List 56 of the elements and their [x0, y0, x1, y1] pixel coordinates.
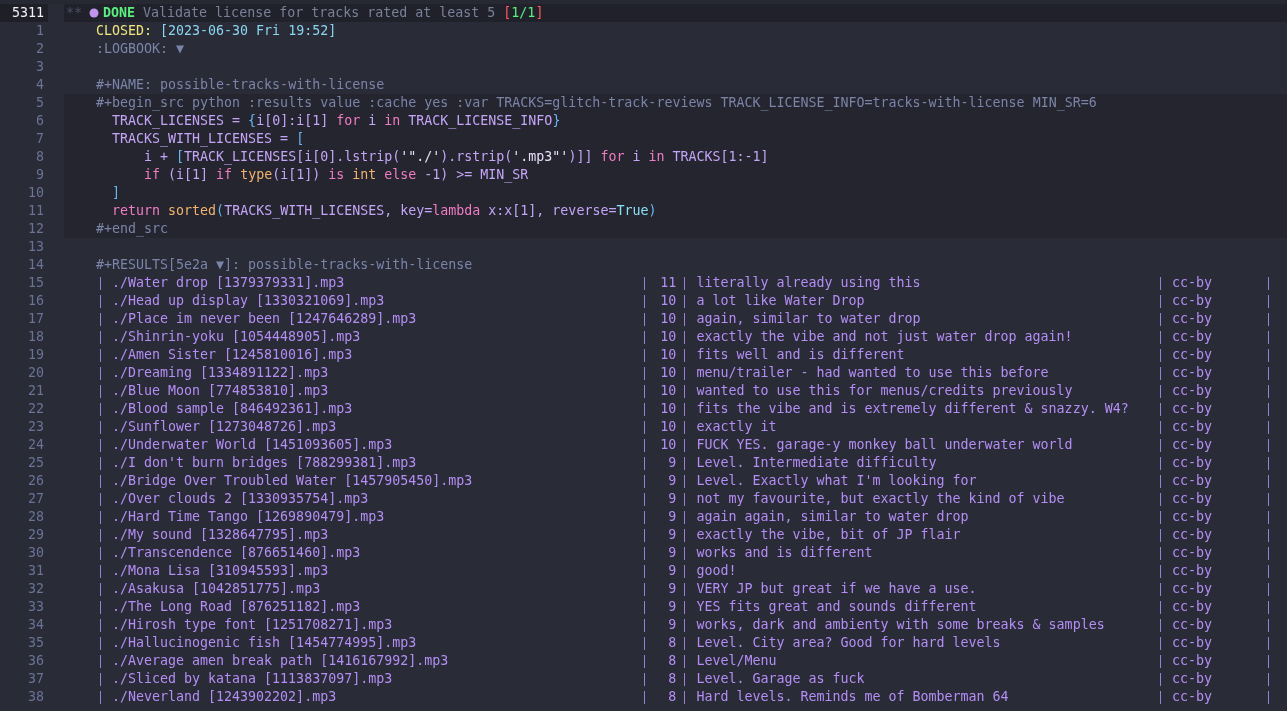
line-number: 25 [27, 454, 45, 472]
line-number: 37 [27, 670, 45, 688]
code-line: #+end_src [96, 220, 169, 238]
code-line: if (i[1] if type(i[1]) is int else -1) >= MIN_SR [143, 166, 529, 184]
todo-keyword: DONE [103, 4, 136, 22]
line-number: 33 [27, 598, 45, 616]
line-number: 29 [27, 526, 45, 544]
line-number: 32 [27, 580, 45, 598]
line-number: 12 [27, 220, 45, 238]
line-number: 38 [27, 688, 45, 706]
line-number: 20 [27, 364, 45, 382]
line-number: 36 [27, 652, 45, 670]
heading-stars: ** [66, 4, 82, 22]
line-number: 7 [35, 130, 45, 148]
progress-cookie: [1/1] [503, 4, 544, 22]
code-line: CLOSED: [2023-06-30 Fri 19:52] [96, 22, 337, 40]
line-number: 21 [27, 382, 45, 400]
bullet-icon [89, 8, 99, 18]
line-number: 9 [35, 166, 45, 184]
line-number: 30 [27, 544, 45, 562]
line-number: 11 [27, 202, 45, 220]
code-line: ] [111, 184, 121, 202]
code-line: return sorted(TRACKS_WITH_LICENSES, key=lambda x:x[1], reverse=True) [111, 202, 657, 220]
line-number: 13 [27, 238, 45, 256]
line-number: 14 [27, 256, 45, 274]
line-number: 8 [35, 148, 45, 166]
code-line: #+NAME: possible-tracks-with-license [96, 76, 385, 94]
line-number: 26 [27, 472, 45, 490]
line-number: 15 [27, 274, 45, 292]
code-line: #+begin_src python :results value :cache yes :var TRACKS=glitch-track-reviews TRACK_LICENSE_INFO=tracks-with-license MIN_SR=6 [96, 94, 1097, 112]
line-number: 35 [27, 634, 45, 652]
line-number: 6 [35, 112, 45, 130]
line-number: 34 [27, 616, 45, 634]
line-number: 16 [27, 292, 45, 310]
line-number: 23 [27, 418, 45, 436]
line-number: 31 [27, 562, 45, 580]
line-number: 17 [27, 310, 45, 328]
heading-title: Validate license for tracks rated at least 5 [143, 4, 496, 22]
line-number: 24 [27, 436, 45, 454]
line-number: 10 [27, 184, 45, 202]
line-number: 5311 [0, 4, 48, 22]
line-number: 4 [35, 76, 45, 94]
line-number: 18 [27, 328, 45, 346]
line-number: 27 [27, 490, 45, 508]
line-number: 3 [35, 58, 45, 76]
code-line: TRACKS_WITH_LICENSES = [ [111, 130, 305, 148]
line-number: 19 [27, 346, 45, 364]
line-number: 1 [35, 22, 45, 40]
line-number: 22 [27, 400, 45, 418]
code-line: :LOGBOOK: ▼ [96, 40, 185, 58]
code-line: #+RESULTS[5e2a ▼]: possible-tracks-with-license [96, 256, 473, 274]
code-line: TRACK_LICENSES = {i[0]:i[1] for i in TRACK_LICENSE_INFO} [111, 112, 561, 130]
code-line: i + [TRACK_LICENSES[i[0].lstrip('"./').rstrip('.mp3"')]] for i in TRACKS[1:-1] [143, 148, 769, 166]
line-number: 2 [35, 40, 45, 58]
line-number: 28 [27, 508, 45, 526]
line-number: 5 [35, 94, 45, 112]
